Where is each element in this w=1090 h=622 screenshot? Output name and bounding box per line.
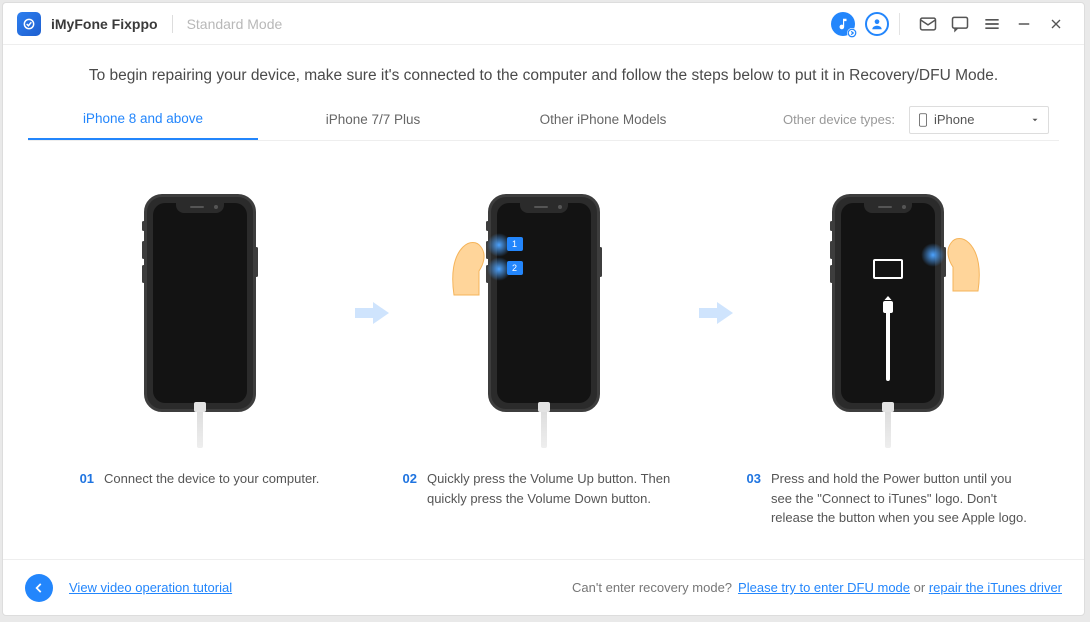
arrow-right-icon bbox=[355, 300, 389, 331]
arrow-right-icon bbox=[699, 300, 733, 331]
phone-illustration-1 bbox=[144, 194, 256, 412]
steps-area: 01 Connect the device to your computer. bbox=[3, 141, 1084, 559]
device-type-selector: Other device types: iPhone bbox=[783, 106, 1059, 134]
hint-badge-1: 1 bbox=[507, 237, 523, 251]
connect-to-itunes-icon bbox=[841, 203, 935, 403]
step-3: 03 Press and hold the Power button until… bbox=[743, 181, 1033, 528]
instruction-text: To begin repairing your device, make sur… bbox=[3, 45, 1084, 99]
close-button[interactable] bbox=[1042, 10, 1070, 38]
repair-driver-link[interactable]: repair the iTunes driver bbox=[929, 580, 1062, 595]
feedback-icon[interactable] bbox=[946, 10, 974, 38]
app-logo-icon bbox=[17, 12, 41, 36]
cable-icon bbox=[885, 410, 891, 448]
footer-question: Can't enter recovery mode? bbox=[572, 580, 732, 595]
account-icon[interactable] bbox=[865, 12, 889, 36]
device-tabs: iPhone 8 and above iPhone 7/7 Plus Other… bbox=[28, 99, 1059, 141]
step-1: 01 Connect the device to your computer. bbox=[55, 181, 345, 489]
mode-label: Standard Mode bbox=[187, 16, 283, 32]
finger-right-icon bbox=[933, 223, 983, 293]
step-3-num: 03 bbox=[747, 469, 761, 528]
footer: View video operation tutorial Can't ente… bbox=[3, 559, 1084, 615]
device-type-dropdown[interactable]: iPhone bbox=[909, 106, 1049, 134]
device-type-label: Other device types: bbox=[783, 112, 895, 127]
titlebar-divider bbox=[172, 15, 173, 33]
phone-small-icon bbox=[918, 113, 928, 127]
step-3-text: Press and hold the Power button until yo… bbox=[771, 469, 1029, 528]
hint-badge-2: 2 bbox=[507, 261, 523, 275]
step-2-num: 02 bbox=[403, 469, 417, 508]
minimize-button[interactable] bbox=[1010, 10, 1038, 38]
phone-illustration-3 bbox=[832, 194, 944, 412]
back-button[interactable] bbox=[25, 574, 53, 602]
chevron-down-icon bbox=[1030, 115, 1040, 125]
tab-other-iphone[interactable]: Other iPhone Models bbox=[488, 99, 718, 140]
video-tutorial-link[interactable]: View video operation tutorial bbox=[69, 580, 232, 595]
menu-icon[interactable] bbox=[978, 10, 1006, 38]
titlebar-separator bbox=[899, 13, 900, 35]
app-name: iMyFone Fixppo bbox=[51, 16, 158, 32]
step-1-text: Connect the device to your computer. bbox=[104, 469, 319, 489]
mail-icon[interactable] bbox=[914, 10, 942, 38]
device-type-value: iPhone bbox=[934, 112, 974, 127]
step-2-text: Quickly press the Volume Up button. Then… bbox=[427, 469, 685, 508]
cable-icon bbox=[197, 410, 203, 448]
tab-iphone7[interactable]: iPhone 7/7 Plus bbox=[258, 99, 488, 140]
footer-or: or bbox=[910, 580, 929, 595]
finger-left-icon bbox=[449, 227, 499, 297]
step-2: 1 2 02 Quickly press the Volume Up butto… bbox=[399, 181, 689, 508]
titlebar: iMyFone Fixppo Standard Mode bbox=[3, 3, 1084, 45]
music-update-icon[interactable] bbox=[831, 12, 855, 36]
phone-illustration-2: 1 2 bbox=[488, 194, 600, 412]
step-1-num: 01 bbox=[80, 469, 94, 489]
app-window: iMyFone Fixppo Standard Mode To begin re… bbox=[2, 2, 1085, 616]
cable-icon bbox=[541, 410, 547, 448]
tab-iphone8[interactable]: iPhone 8 and above bbox=[28, 99, 258, 140]
dfu-mode-link[interactable]: Please try to enter DFU mode bbox=[738, 580, 910, 595]
